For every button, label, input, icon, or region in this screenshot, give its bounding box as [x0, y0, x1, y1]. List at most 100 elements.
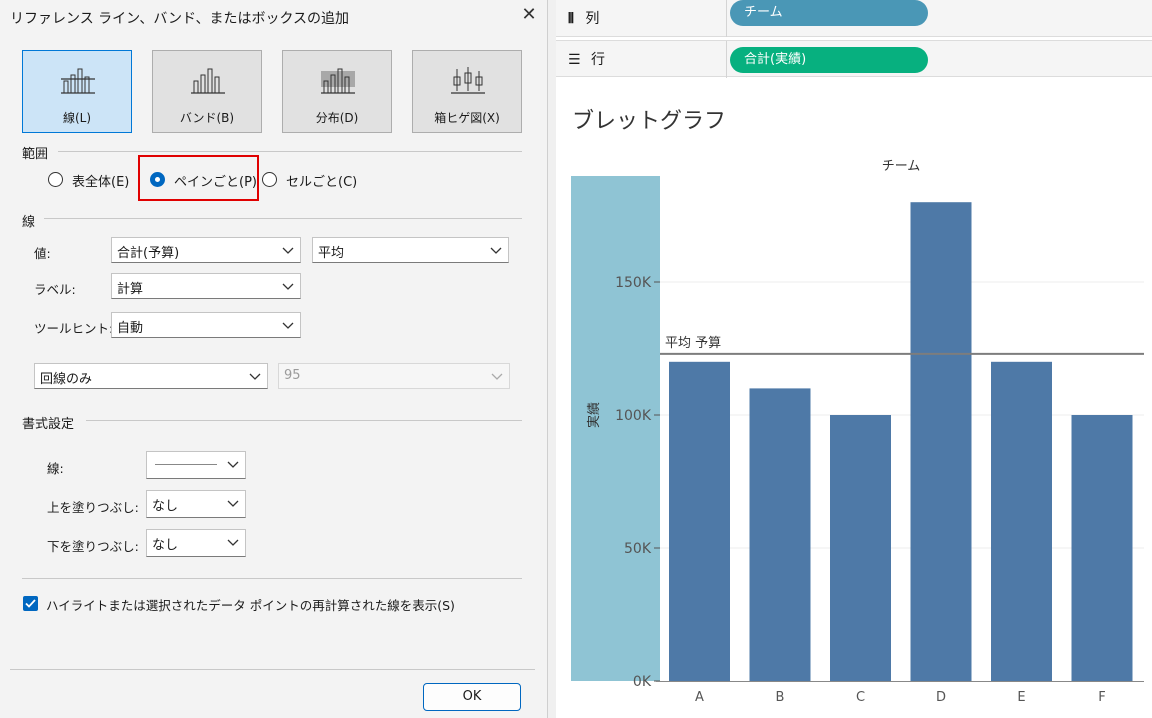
recalc-line-checkbox-label: ハイライトまたは選択されたデータ ポイントの再計算された線を表示(S)	[46, 598, 455, 613]
rows-shelf-title: ☰ 行	[568, 49, 605, 69]
divider	[58, 151, 522, 152]
rows-shelf: ☰ 行 合計(実績)	[556, 40, 1152, 78]
y-tick-label: 0K	[633, 674, 652, 690]
axis-band	[571, 176, 660, 681]
type-button-label: 分布(D)	[315, 111, 359, 125]
worksheet-pane: ⫴ 列 チーム ☰ 行 合計(実績) ブレットグラフ チーム 0K 50K 100K 1…	[556, 0, 1152, 718]
type-button-line[interactable]: 線(L)	[22, 50, 132, 133]
format-line-label: 線:	[47, 461, 64, 476]
x-tick-label: B	[776, 690, 785, 705]
distribution-type-icon	[321, 68, 355, 94]
chevron-down-icon	[227, 539, 239, 546]
scope-section-label: 範囲	[22, 147, 49, 162]
columns-pill[interactable]: チーム	[730, 0, 928, 26]
fill-below-select[interactable]: なし	[146, 529, 246, 557]
tooltip-label: ツールヒント:	[34, 321, 114, 336]
value-field-text: 合計(予算)	[117, 246, 180, 261]
bar-C	[830, 415, 891, 681]
divider	[22, 578, 522, 579]
chevron-down-icon	[282, 322, 294, 329]
column-header-label: チーム	[882, 159, 921, 174]
sheet-title: ブレットグラフ	[572, 109, 727, 134]
y-axis-label: 実績	[586, 402, 602, 428]
line-type-icon	[61, 68, 95, 94]
chevron-down-icon	[249, 373, 261, 380]
value-aggregation-select[interactable]: 平均	[312, 237, 509, 263]
x-tick-label: D	[936, 690, 946, 705]
chevron-down-icon	[491, 373, 503, 380]
reference-line-label: 平均 予算	[665, 336, 721, 351]
y-tick-label: 150K	[615, 275, 652, 291]
fill-above-text: なし	[152, 499, 179, 514]
columns-shelf-title: ⫴ 列	[568, 8, 599, 28]
type-button-label: バンド(B)	[179, 111, 235, 125]
dialog-title: リファレンス ライン、バンド、またはボックスの追加	[10, 11, 350, 27]
bar-F	[1071, 415, 1133, 681]
type-button-band[interactable]: バンド(B)	[152, 50, 262, 133]
bar-D	[910, 202, 972, 681]
divider	[726, 0, 727, 37]
confidence-value-text: 95	[284, 368, 301, 383]
type-button-boxplot[interactable]: 箱ヒゲ図(X)	[412, 50, 522, 133]
bar-E	[991, 361, 1052, 681]
rows-shelf-label: 行	[591, 52, 606, 68]
y-tick-label: 100K	[615, 408, 652, 424]
type-button-label: 線(L)	[62, 111, 92, 125]
radio-cell[interactable]	[262, 172, 277, 187]
type-button-distribution[interactable]: 分布(D)	[282, 50, 392, 133]
divider	[726, 41, 727, 78]
fill-below-label: 下を塗りつぶし:	[47, 539, 139, 554]
ok-button[interactable]: OK	[423, 683, 521, 711]
bar-A	[669, 361, 730, 681]
fill-below-text: なし	[152, 538, 179, 553]
bar-B	[749, 388, 811, 681]
radio-cell-label: セルごと(C)	[286, 175, 358, 190]
x-tick-label: A	[695, 690, 704, 705]
divider	[86, 420, 522, 421]
bullet-chart: チーム 0K 50K 100K 150K 実績 A B C D E F 平均 予算	[571, 159, 1144, 705]
line-section-label: 線	[22, 215, 36, 230]
line-style-preview	[155, 464, 217, 465]
checkmark-icon	[25, 599, 36, 608]
columns-icon: ⫴	[568, 11, 575, 27]
value-label: 値:	[34, 246, 51, 261]
columns-shelf: ⫴ 列 チーム	[556, 0, 1152, 37]
reference-line-dialog: リファレンス ライン、バンド、またはボックスの追加 ✕ 線(L) バンド(B)	[0, 0, 548, 718]
format-section-label: 書式設定	[22, 417, 75, 432]
fill-above-select[interactable]: なし	[146, 490, 246, 518]
boxplot-type-icon	[451, 67, 485, 94]
radio-pane[interactable]	[150, 172, 165, 187]
confidence-mode-select[interactable]: 回線のみ	[34, 363, 268, 389]
confidence-mode-text: 回線のみ	[40, 372, 93, 387]
chevron-down-icon	[282, 283, 294, 290]
rows-pill[interactable]: 合計(実績)	[730, 47, 928, 73]
radio-pane-label: ペインごと(P)	[174, 175, 257, 190]
close-icon[interactable]: ✕	[518, 4, 540, 26]
chevron-down-icon	[490, 247, 502, 254]
value-field-select[interactable]: 合計(予算)	[111, 237, 301, 263]
fill-above-label: 上を塗りつぶし:	[47, 500, 139, 515]
label-label: ラベル:	[34, 282, 76, 297]
type-button-label: 箱ヒゲ図(X)	[434, 111, 500, 125]
columns-shelf-label: 列	[585, 11, 600, 27]
x-tick-label: F	[1098, 690, 1105, 705]
x-tick-label: E	[1017, 690, 1025, 705]
radio-table-label: 表全体(E)	[72, 175, 130, 190]
divider	[10, 669, 535, 670]
radio-table[interactable]	[48, 172, 63, 187]
tooltip-select-text: 自動	[117, 321, 144, 336]
value-aggregation-text: 平均	[318, 246, 345, 261]
chevron-down-icon	[227, 461, 239, 468]
recalc-line-checkbox[interactable]	[23, 596, 38, 611]
confidence-value-select: 95	[278, 363, 510, 389]
chevron-down-icon	[227, 500, 239, 507]
label-select[interactable]: 計算	[111, 273, 301, 299]
divider	[44, 218, 522, 219]
y-tick-label: 50K	[624, 541, 652, 557]
x-tick-label: C	[856, 690, 865, 705]
tooltip-select[interactable]: 自動	[111, 312, 301, 338]
band-type-icon	[191, 68, 225, 94]
rows-icon: ☰	[568, 52, 581, 68]
label-select-text: 計算	[117, 282, 144, 297]
line-style-select[interactable]	[146, 451, 246, 479]
